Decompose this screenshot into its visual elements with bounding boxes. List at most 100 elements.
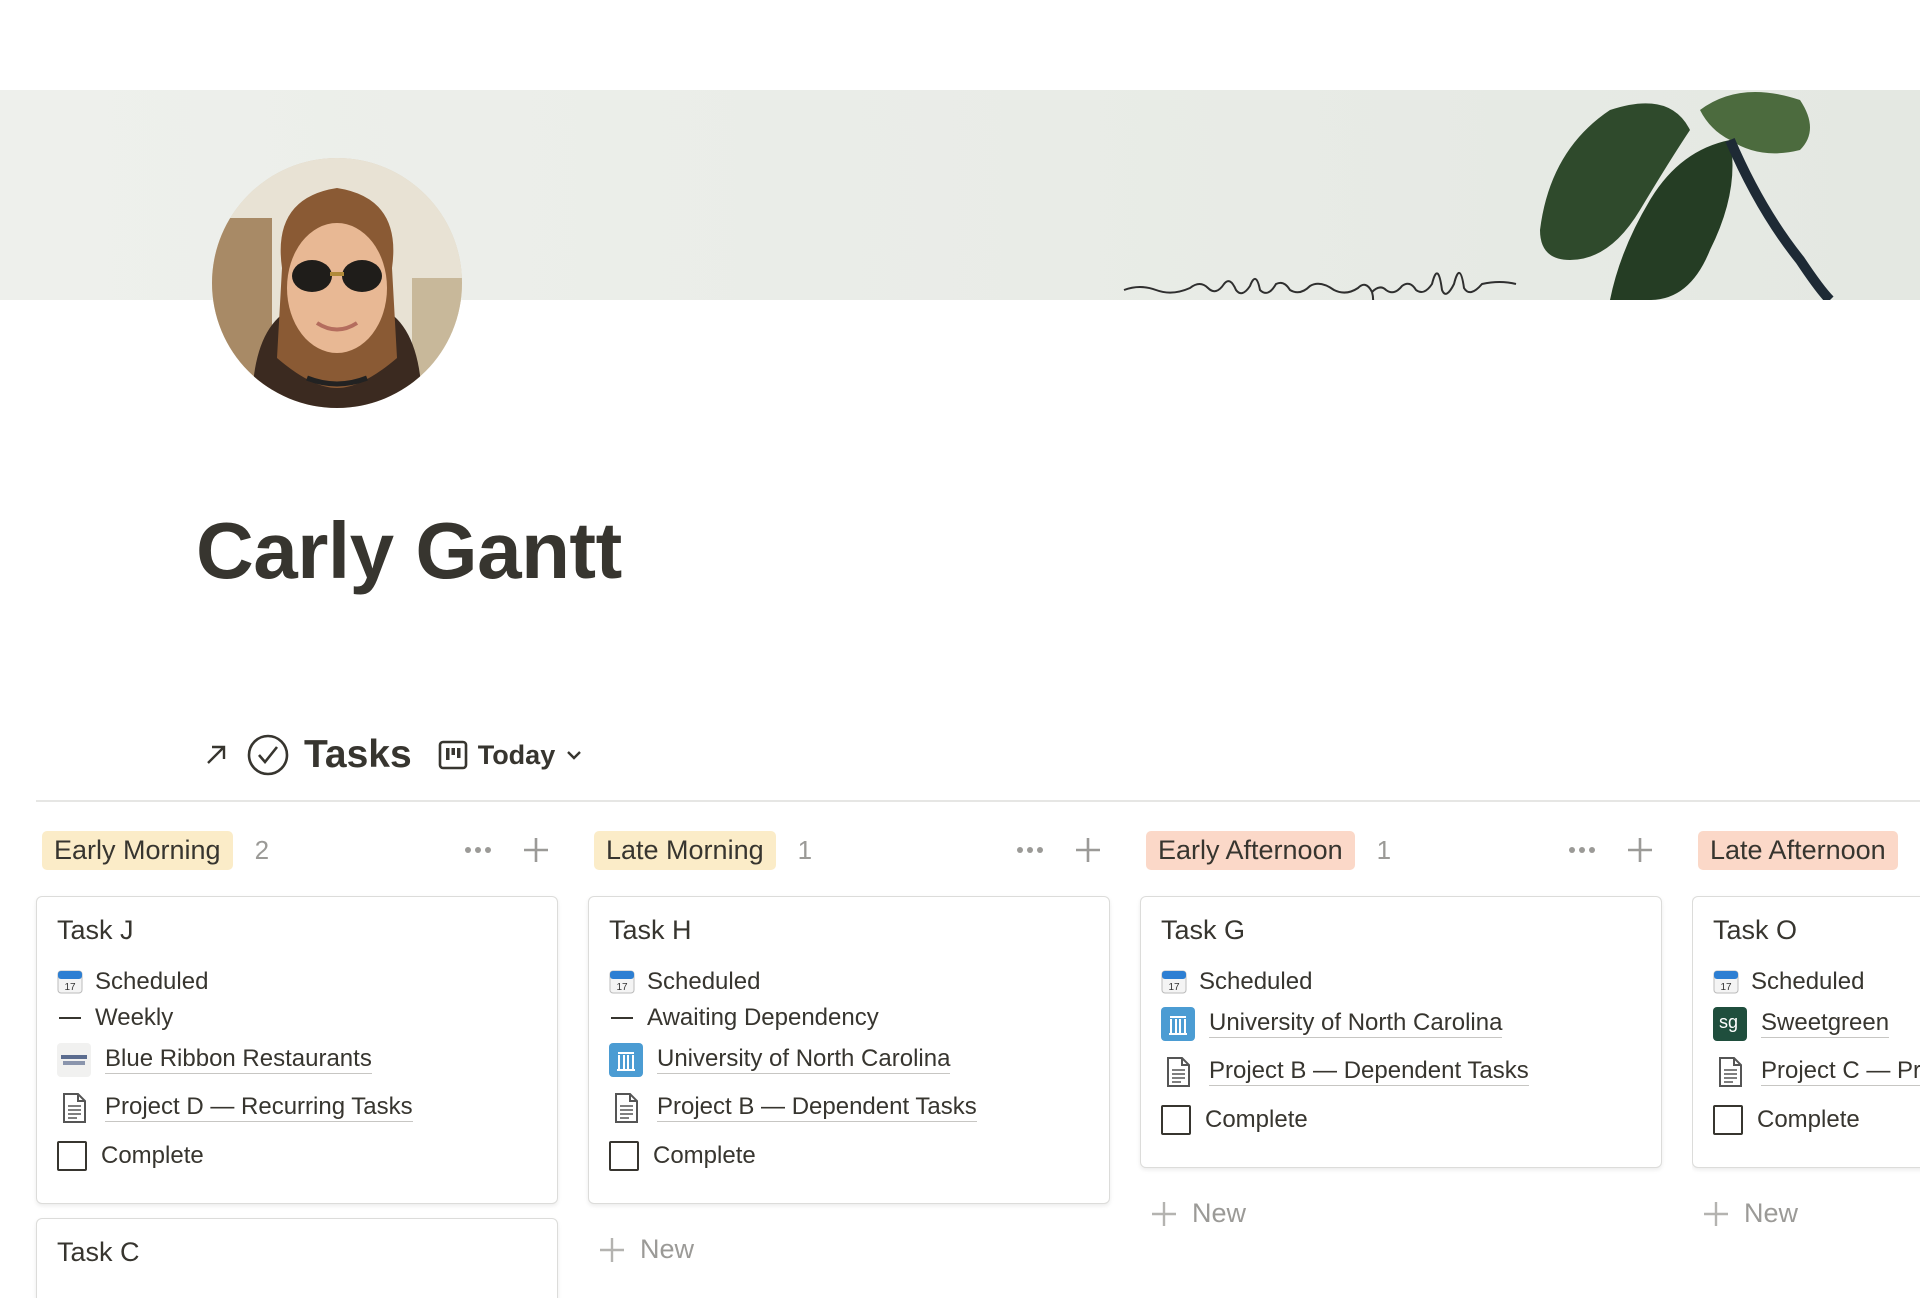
- column-label[interactable]: Early Afternoon: [1146, 830, 1355, 870]
- column-count: 1: [1376, 834, 1392, 865]
- checkbox-label: Complete: [101, 1142, 204, 1169]
- client-link: Sweetgreen: [1761, 1009, 1890, 1038]
- project-relation[interactable]: Project B — Dependent Tasks: [609, 1084, 1089, 1132]
- complete-checkbox-row[interactable]: Complete: [1161, 1096, 1641, 1144]
- client-relation[interactable]: University of North Carolina: [609, 1036, 1089, 1084]
- task-card[interactable]: Task J 17 Scheduled Weekly Blue Ribbon R…: [36, 896, 558, 1204]
- dash-icon: [609, 1005, 635, 1031]
- column-count: 1: [797, 834, 813, 865]
- column-label[interactable]: Early Morning: [42, 830, 233, 870]
- date-value: Scheduled: [95, 968, 209, 995]
- dash-icon: [57, 1005, 83, 1031]
- board-view-icon: [438, 740, 468, 770]
- recurrence-property: Awaiting Dependency: [609, 1000, 1089, 1036]
- board-column-early-afternoon: Early Afternoon 1 Task G 17 Scheduled Un…: [1140, 826, 1662, 1228]
- database-title[interactable]: Tasks: [304, 733, 412, 777]
- chevron-down-icon: [567, 751, 582, 760]
- column-label[interactable]: Late Afternoon: [1698, 830, 1898, 870]
- complete-checkbox-row[interactable]: Complete: [1713, 1096, 1920, 1144]
- document-icon: [1713, 1055, 1747, 1089]
- client-relation[interactable]: sg Sweetgreen: [1713, 1000, 1920, 1048]
- plus-icon: [600, 1237, 624, 1262]
- column-label[interactable]: Late Morning: [594, 830, 776, 870]
- view-selector-button[interactable]: Today: [438, 740, 584, 771]
- open-arrow-icon[interactable]: [200, 739, 232, 771]
- card-title: Task O: [1713, 915, 1798, 945]
- add-icon[interactable]: [1624, 834, 1656, 866]
- date-value: Scheduled: [647, 968, 761, 995]
- client-relation[interactable]: Blue Ribbon Restaurants: [57, 1036, 537, 1084]
- complete-checkbox[interactable]: [57, 1141, 87, 1171]
- recurrence-value: Weekly: [95, 1004, 174, 1031]
- calendar-icon: 17: [1161, 969, 1187, 995]
- blue-ribbon-logo-icon: [57, 1043, 91, 1077]
- svg-text:17: 17: [616, 982, 628, 993]
- project-relation[interactable]: Project B — Dependent Tasks: [1161, 1048, 1641, 1096]
- plus-icon: [1152, 1201, 1176, 1226]
- complete-checkbox[interactable]: [609, 1141, 639, 1171]
- new-card-button[interactable]: New: [1150, 1198, 1246, 1229]
- project-relation[interactable]: Project D — Recurring Tasks: [57, 1084, 537, 1132]
- complete-checkbox-row[interactable]: Complete: [57, 1132, 537, 1180]
- card-title: Task G: [1161, 915, 1246, 945]
- sweetgreen-logo-icon: sg: [1713, 1007, 1747, 1041]
- board-column-late-morning: Late Morning 1 Task H 17 Scheduled Await…: [588, 826, 1110, 1264]
- new-label: New: [1192, 1198, 1247, 1228]
- task-card[interactable]: Task H 17 Scheduled Awaiting Dependency …: [588, 896, 1110, 1204]
- profile-photo: [212, 158, 462, 408]
- project-relation[interactable]: Project C — Pr: [1713, 1048, 1920, 1096]
- project-link: Project D — Recurring Tasks: [105, 1093, 413, 1122]
- date-property: 17 Scheduled: [1161, 964, 1641, 1000]
- university-logo-icon: [1161, 1007, 1195, 1041]
- add-icon[interactable]: [520, 834, 552, 866]
- more-options-icon[interactable]: [462, 834, 494, 866]
- card-title: Task C: [57, 1237, 140, 1267]
- client-link: University of North Carolina: [1209, 1009, 1503, 1038]
- task-card[interactable]: Task G 17 Scheduled University of North …: [1140, 896, 1662, 1168]
- svg-text:17: 17: [64, 982, 76, 993]
- calendar-icon: 17: [57, 969, 83, 995]
- recurrence-property: Weekly: [57, 1000, 537, 1036]
- checkbox-label: Complete: [653, 1142, 756, 1169]
- board-column-early-morning: Early Morning 2 Task J 17 Scheduled Week…: [36, 826, 558, 1298]
- plus-icon: [1704, 1201, 1728, 1226]
- page-title: Carly Gantt: [196, 506, 622, 595]
- date-value: Scheduled: [1199, 968, 1313, 995]
- new-label: New: [640, 1234, 695, 1264]
- recurrence-value: Awaiting Dependency: [647, 1004, 879, 1031]
- task-card[interactable]: Task O 17 Scheduled sg Sweetgreen Projec…: [1692, 896, 1920, 1168]
- more-options-icon[interactable]: [1014, 834, 1046, 866]
- svg-text:17: 17: [1168, 982, 1180, 993]
- project-link: Project C — Pr: [1761, 1057, 1920, 1086]
- new-card-button[interactable]: New: [598, 1234, 694, 1265]
- university-logo-icon: [609, 1043, 643, 1077]
- database-divider: [36, 800, 1920, 802]
- client-link: University of North Carolina: [657, 1045, 951, 1074]
- sweetgreen-badge-text: sg: [1719, 1012, 1739, 1032]
- more-options-icon[interactable]: [1566, 834, 1598, 866]
- board-column-late-afternoon: Late Afternoon Task O 17 Scheduled sg Sw…: [1692, 826, 1920, 1286]
- document-icon: [609, 1091, 643, 1125]
- date-property: 17 Scheduled: [1713, 964, 1920, 1000]
- task-card[interactable]: Task C: [36, 1218, 558, 1298]
- add-icon[interactable]: [1072, 834, 1104, 866]
- checkbox-label: Complete: [1205, 1106, 1308, 1133]
- complete-checkbox-row[interactable]: Complete: [609, 1132, 1089, 1180]
- column-header: Late Morning 1: [588, 826, 1110, 874]
- calendar-icon: 17: [1713, 969, 1739, 995]
- complete-checkbox[interactable]: [1713, 1105, 1743, 1135]
- new-card-button[interactable]: New: [1702, 1198, 1798, 1229]
- column-count: 2: [254, 834, 270, 865]
- column-header: Early Morning 2: [36, 826, 558, 874]
- date-value: Scheduled: [1751, 968, 1865, 995]
- client-relation[interactable]: University of North Carolina: [1161, 1000, 1641, 1048]
- project-link: Project B — Dependent Tasks: [657, 1093, 977, 1122]
- complete-checkbox[interactable]: [1161, 1105, 1191, 1135]
- database-header: Tasks Today: [200, 730, 583, 780]
- client-link: Blue Ribbon Restaurants: [105, 1045, 372, 1074]
- checkbox-label: Complete: [1757, 1106, 1860, 1133]
- date-property: 17 Scheduled: [609, 964, 1089, 1000]
- profile-avatar: [212, 158, 462, 408]
- card-title: Task J: [57, 915, 134, 945]
- new-label: New: [1744, 1198, 1799, 1228]
